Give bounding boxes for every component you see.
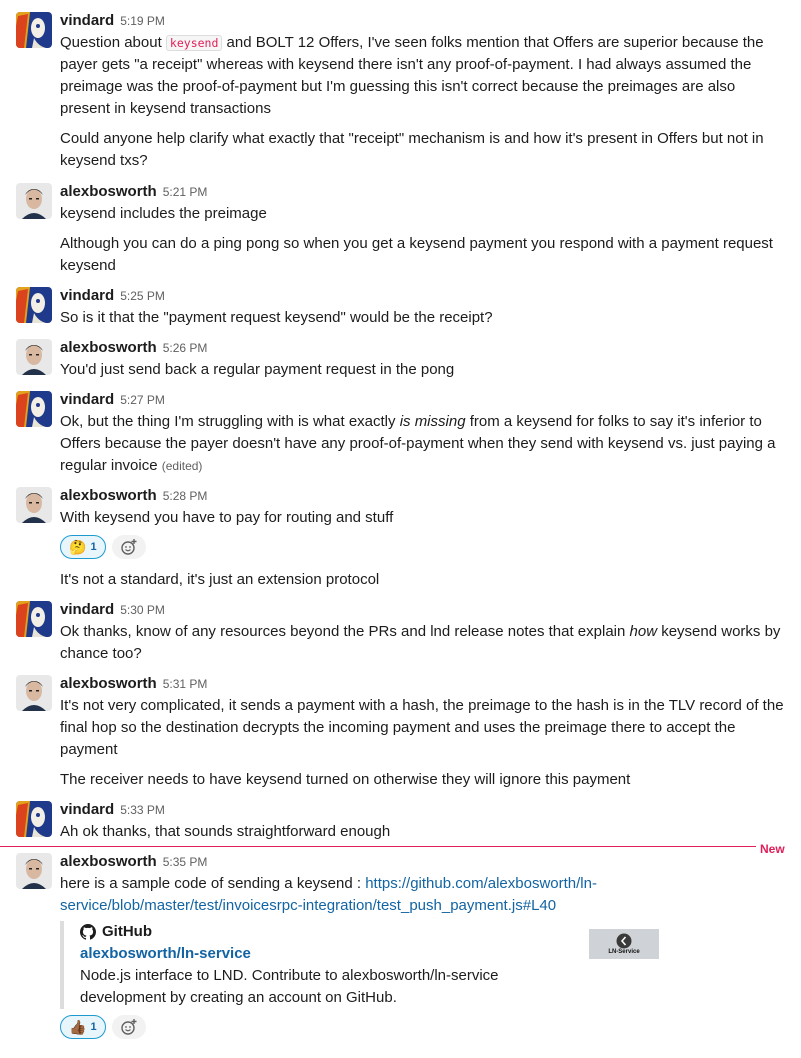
author-name[interactable]: alexbosworth (60, 853, 157, 870)
preview-site: GitHub (80, 921, 660, 943)
message-text: It's not very complicated, it sends a pa… (60, 697, 784, 758)
reaction-thinking[interactable]: 🤔 1 (60, 535, 106, 559)
timestamp[interactable]: 5:27 PM (120, 393, 165, 407)
reaction-thumbs-up[interactable]: 👍🏾 1 (60, 1015, 106, 1039)
message-text: So is it that the "payment request keyse… (60, 309, 493, 326)
message-text: The receiver needs to have keysend turne… (60, 771, 631, 788)
emphasis-text: how (629, 623, 658, 640)
github-icon (80, 924, 96, 940)
preview-site-name: GitHub (102, 923, 152, 940)
message-text: It's not a standard, it's just an extens… (60, 571, 380, 588)
emphasis-text: is missing (399, 413, 466, 430)
message-text: Ok thanks, know of any resources beyond … (60, 621, 784, 665)
timestamp[interactable]: 5:28 PM (163, 489, 208, 503)
text-segment: Question about (60, 34, 166, 51)
message-text: You'd just send back a regular payment r… (60, 361, 455, 378)
preview-title-link[interactable]: alexbosworth/ln-service (80, 943, 660, 965)
author-name[interactable]: alexbosworth (60, 675, 157, 692)
message-text: Could anyone help clarify what exactly t… (60, 130, 764, 169)
avatar[interactable] (16, 801, 52, 837)
text-segment: here is a sample code of sending a keyse… (60, 875, 366, 892)
thumbnail-label: LN-Service (608, 948, 640, 955)
add-emoji-icon (120, 1019, 137, 1035)
avatar[interactable] (16, 339, 52, 375)
avatar[interactable] (16, 853, 52, 889)
avatar[interactable] (16, 601, 52, 637)
preview-description: Node.js interface to LND. Contribute to … (80, 967, 499, 1006)
author-name[interactable]: alexbosworth (60, 339, 157, 356)
timestamp[interactable]: 5:35 PM (163, 855, 208, 869)
add-emoji-icon (120, 539, 137, 555)
timestamp[interactable]: 5:19 PM (120, 14, 165, 28)
message-text: Ah ok thanks, that sounds straightforwar… (60, 823, 391, 840)
text-segment: Ok, but the thing I'm struggling with is… (60, 413, 400, 430)
message-text: With keysend you have to pay for routing… (60, 509, 394, 526)
author-name[interactable]: vindard (60, 391, 114, 408)
avatar[interactable] (16, 183, 52, 219)
avatar[interactable] (16, 12, 52, 48)
author-name[interactable]: alexbosworth (60, 183, 157, 200)
timestamp[interactable]: 5:26 PM (163, 341, 208, 355)
timestamp[interactable]: 5:31 PM (163, 677, 208, 691)
reaction-bar: 🤔 1 (60, 535, 784, 559)
inline-code: keysend (165, 35, 223, 51)
author-name[interactable]: vindard (60, 287, 114, 304)
thinking-face-icon: 🤔 (69, 539, 87, 555)
preview-thumbnail[interactable]: LN-Service (589, 929, 659, 959)
timestamp[interactable]: 5:33 PM (120, 803, 165, 817)
thumbs-up-icon: 👍🏾 (69, 1019, 87, 1035)
add-reaction-button[interactable] (111, 535, 146, 559)
timestamp[interactable]: 5:21 PM (163, 185, 208, 199)
author-name[interactable]: vindard (60, 12, 114, 29)
text-segment: Ok thanks, know of any resources beyond … (60, 623, 630, 640)
new-messages-divider (0, 846, 756, 847)
message-text: Although you can do a ping pong so when … (60, 235, 773, 274)
avatar[interactable] (16, 287, 52, 323)
avatar[interactable] (16, 391, 52, 427)
avatar[interactable] (16, 675, 52, 711)
message-text: Ok, but the thing I'm struggling with is… (60, 411, 784, 477)
reaction-count: 1 (90, 1021, 97, 1033)
author-name[interactable]: vindard (60, 801, 114, 818)
edited-label: (edited) (161, 459, 203, 473)
add-reaction-button[interactable] (111, 1015, 146, 1039)
author-name[interactable]: alexbosworth (60, 487, 157, 504)
lightning-logo-icon (616, 933, 632, 948)
author-name[interactable]: vindard (60, 601, 114, 618)
reaction-count: 1 (90, 541, 97, 553)
timestamp[interactable]: 5:25 PM (120, 289, 165, 303)
reaction-bar: 👍🏾 1 (60, 1015, 784, 1039)
timestamp[interactable]: 5:30 PM (120, 603, 165, 617)
message-text: here is a sample code of sending a keyse… (60, 873, 784, 917)
message-text: keysend includes the preimage (60, 205, 267, 222)
message-text: Question about keysend and BOLT 12 Offer… (60, 32, 784, 120)
link-preview: GitHub alexbosworth/ln-service Node.js i… (60, 921, 660, 1009)
avatar[interactable] (16, 487, 52, 523)
